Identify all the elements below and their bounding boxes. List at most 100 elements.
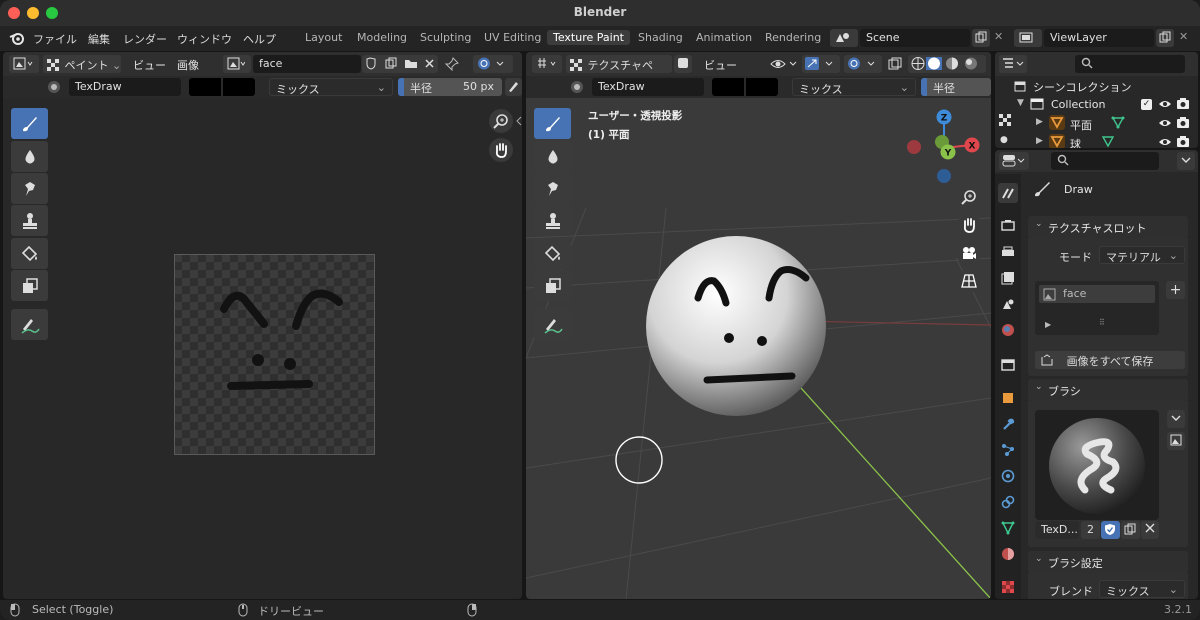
- plane-expand-icon[interactable]: ▶: [1036, 117, 1043, 127]
- sphere-expand-icon[interactable]: ▶: [1036, 136, 1043, 146]
- object-tab[interactable]: [998, 388, 1018, 408]
- vp-tool-fill[interactable]: [534, 238, 571, 269]
- brush-menu-button[interactable]: [1167, 410, 1185, 428]
- camera-view-button[interactable]: [957, 241, 981, 265]
- properties-editor-type[interactable]: [999, 152, 1029, 170]
- sphere-mesh[interactable]: [646, 236, 826, 416]
- texture-slot-item[interactable]: face: [1039, 285, 1155, 303]
- collection-label[interactable]: Collection: [1051, 98, 1105, 111]
- eye-icon[interactable]: [1158, 98, 1172, 110]
- tool-annotate[interactable]: [11, 309, 48, 340]
- tool-smear[interactable]: [11, 173, 48, 204]
- texture-canvas[interactable]: [174, 254, 375, 455]
- mesh-data-icon[interactable]: [1111, 116, 1125, 129]
- tool-draw[interactable]: [11, 108, 48, 139]
- viewport-secondary-color[interactable]: [746, 78, 778, 96]
- viewport-brush-name-field[interactable]: TexDraw: [592, 78, 704, 96]
- tool-clone[interactable]: [11, 205, 48, 236]
- collection-expand-icon[interactable]: ▼: [1017, 98, 1024, 108]
- save-all-images-button[interactable]: 画像をすべて保存: [1035, 351, 1185, 369]
- view-layer-tab[interactable]: [998, 268, 1018, 288]
- slot-list-resize-handle[interactable]: ⠿: [1099, 318, 1105, 327]
- viewport-mode-select[interactable]: テクスチャペ: [566, 55, 672, 73]
- scene-collection-label[interactable]: シーンコレクション: [1033, 79, 1131, 95]
- scene-tab[interactable]: [998, 294, 1018, 314]
- render-camera-icon[interactable]: [1176, 116, 1190, 129]
- image-browse-button[interactable]: [223, 55, 251, 73]
- physics-tab[interactable]: [998, 466, 1018, 486]
- viewport-color-swatches[interactable]: [712, 78, 778, 96]
- sidebar-toggle-icon[interactable]: [516, 116, 522, 126]
- viewport-overlay-button[interactable]: [844, 55, 882, 73]
- brush-name-field[interactable]: TexD...: [1035, 521, 1079, 539]
- render-camera-icon[interactable]: [1176, 135, 1190, 148]
- particles-tab[interactable]: [998, 440, 1018, 460]
- menu-view[interactable]: ビュー: [133, 57, 166, 73]
- world-tab[interactable]: [998, 320, 1018, 340]
- tab-rendering[interactable]: Rendering: [765, 31, 821, 44]
- tool-fill[interactable]: [11, 238, 48, 269]
- vp-tool-soften[interactable]: [534, 141, 571, 172]
- vp-zoom-button[interactable]: [957, 185, 981, 209]
- tab-sculpting[interactable]: Sculpting: [420, 31, 471, 44]
- tab-texture-paint[interactable]: Texture Paint: [547, 30, 630, 45]
- visibility-icon[interactable]: [770, 57, 798, 71]
- modifier-tab[interactable]: [998, 414, 1018, 434]
- radius-field[interactable]: 半径 50 px: [398, 78, 502, 96]
- viewport-radius-field[interactable]: 半径: [921, 78, 991, 96]
- vp-tool-clone[interactable]: [534, 205, 571, 236]
- brush-image-button[interactable]: [1167, 432, 1185, 450]
- tool-soften[interactable]: [11, 141, 48, 172]
- delete-viewlayer-icon[interactable]: ✕: [1179, 30, 1188, 43]
- brush-blend-select[interactable]: ミックス ⌄: [1099, 580, 1185, 598]
- zoom-button[interactable]: [489, 109, 513, 133]
- brush-preview-thumbnail[interactable]: [1035, 410, 1159, 520]
- outliner-editor-type[interactable]: [999, 55, 1027, 73]
- neg-x-axis-handle[interactable]: [907, 140, 921, 154]
- pan-button[interactable]: [489, 138, 513, 162]
- scene-browse-button[interactable]: [830, 29, 858, 47]
- brush-users-count[interactable]: 2: [1081, 521, 1100, 539]
- paint-mode-select[interactable]: ペイント ⌄: [43, 55, 121, 73]
- add-slot-button[interactable]: +: [1166, 281, 1185, 299]
- output-tab[interactable]: [998, 242, 1018, 262]
- viewlayer-name-field[interactable]: ViewLayer: [1044, 29, 1154, 47]
- menu-help[interactable]: ヘルプ: [243, 31, 276, 47]
- menu-edit[interactable]: 編集: [88, 31, 110, 47]
- menu-render[interactable]: レンダー: [123, 31, 167, 47]
- image-name-field[interactable]: face: [253, 55, 361, 73]
- outliner-object-plane[interactable]: 平面: [1070, 117, 1092, 133]
- brush-settings-panel-header[interactable]: ⌄ ブラシ設定: [1028, 551, 1188, 573]
- scene-name-field[interactable]: Scene: [860, 29, 970, 47]
- pressure-radius-button[interactable]: [505, 78, 522, 96]
- shading-mode-group[interactable]: [908, 55, 986, 73]
- new-scene-button[interactable]: [972, 29, 990, 47]
- duplicate-brush-button[interactable]: [1121, 521, 1140, 539]
- mode-select[interactable]: マテリアル ⌄: [1099, 246, 1185, 264]
- image-actions-icons[interactable]: [366, 57, 436, 70]
- tool-tab[interactable]: [998, 183, 1018, 203]
- viewlayer-browse-button[interactable]: [1014, 29, 1042, 47]
- constraints-tab[interactable]: [998, 492, 1018, 512]
- texture-tab[interactable]: [998, 577, 1018, 597]
- vp-tool-annotate[interactable]: [534, 309, 571, 340]
- pin-icon[interactable]: [445, 57, 459, 71]
- texture-slots-panel-header[interactable]: ⌄ テクスチャスロット: [1028, 216, 1188, 238]
- gizmo-toggle-button[interactable]: [802, 55, 840, 73]
- tool-mask[interactable]: [11, 270, 48, 301]
- navigation-gizmo[interactable]: Z X Y: [904, 108, 984, 188]
- data-tab[interactable]: [998, 518, 1018, 538]
- neg-z-axis-handle[interactable]: [937, 169, 951, 183]
- properties-options-button[interactable]: [1177, 152, 1195, 170]
- perspective-toggle-button[interactable]: [957, 269, 981, 293]
- tab-shading[interactable]: Shading: [638, 31, 683, 44]
- vp-tool-draw[interactable]: [534, 108, 571, 139]
- material-tab[interactable]: [998, 544, 1018, 564]
- blend-mode-select[interactable]: ミックス ⌄: [269, 78, 393, 96]
- collection-tab[interactable]: [998, 355, 1018, 375]
- delete-scene-icon[interactable]: ✕: [994, 30, 1003, 43]
- editor-type-button[interactable]: [9, 55, 39, 73]
- secondary-color-swatch[interactable]: [223, 78, 255, 96]
- collection-checkbox[interactable]: ✓: [1141, 99, 1152, 110]
- vp-tool-mask[interactable]: [534, 270, 571, 301]
